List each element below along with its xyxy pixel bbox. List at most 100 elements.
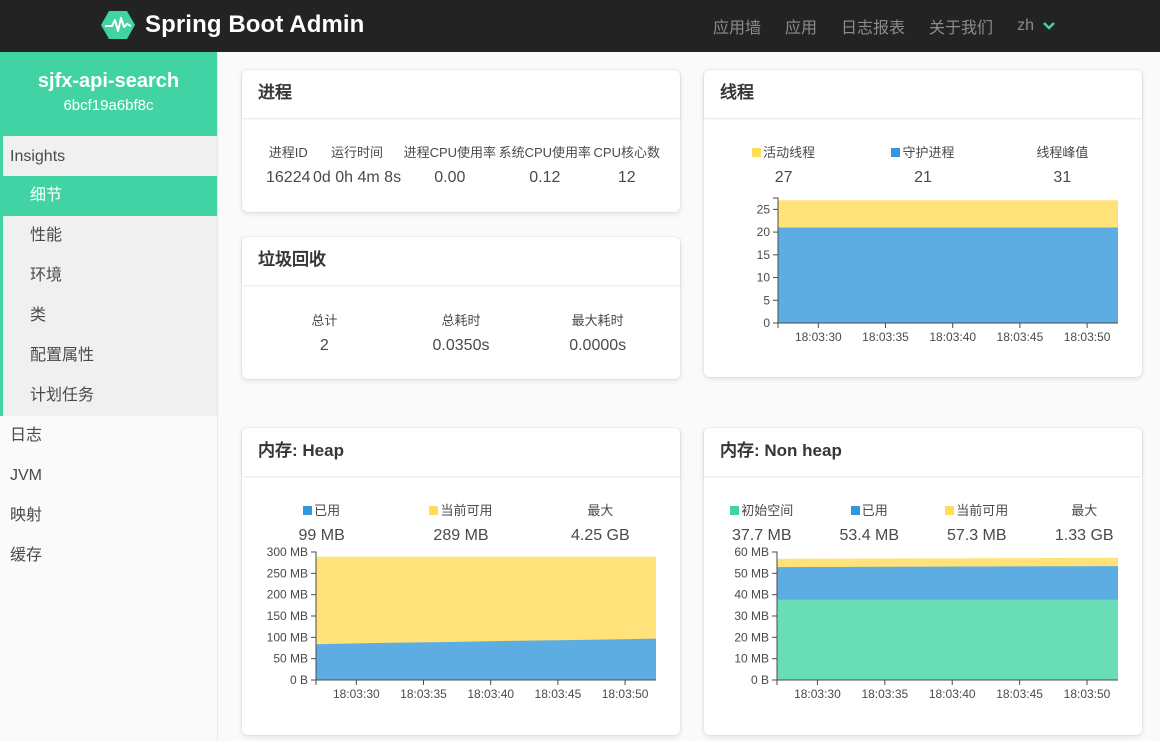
y-tick-label: 15 [757,248,771,262]
brand[interactable]: Spring Boot Admin [101,10,364,40]
legend-swatch-committed [945,506,955,515]
stat-value: 4.25 GB [570,527,630,544]
stat-label-wrap: 守护进程 [853,142,992,161]
nav-item-applications[interactable]: 应用 [785,14,817,38]
y-tick-label: 300 MB [267,545,308,559]
x-tick-label: 18:03:50 [1064,330,1111,344]
stat-live-threads: 活动线程 27 [714,142,853,187]
stat-nonheap-committed: 当前可用 57.3 MB [923,500,1031,545]
stat-uptime: 运行时间 0d 0h 4m 8s [313,142,401,187]
app-name: sjfx-api-search [37,70,180,92]
stat-value: 12 [617,169,636,186]
stat-heap-committed: 当前可用 289 MB [391,500,530,545]
legend-swatch-live [752,148,762,157]
stat-peak-threads: 线程峰值 31 [993,142,1132,187]
y-tick-label: 0 B [290,673,308,687]
stat-nonheap-used: 已用 53.4 MB [816,500,924,545]
stat-label: 运行时间 [331,145,384,160]
stat-label: 系统CPU使用率 [498,145,592,160]
y-tick-label: 30 MB [734,609,769,623]
y-tick-label: 150 MB [267,609,308,623]
stat-nonheap-max: 最大 1.33 GB [1031,500,1139,545]
stat-label: 已用 [314,503,341,518]
stat-label: 线程峰值 [1036,145,1089,160]
stat-value: 99 MB [298,527,345,544]
stat-value: 2 [319,337,329,354]
sidebar-item-scheduled-tasks[interactable]: 计划任务 [3,376,217,416]
process-card: 进程 进程ID 16224 运行时间 0d 0h 4m 8s 进程CPU使用率 0.0… [242,70,680,212]
sidebar-item-metrics[interactable]: 性能 [3,216,217,256]
stat-nonheap-init: 初始空间 37.7 MB [708,500,816,545]
sidebar-item-insights[interactable]: Insights [3,136,217,176]
language-dropdown[interactable]: zh [1017,17,1056,35]
area-已用 [316,638,656,680]
legend-swatch-init [730,506,740,515]
x-axis [777,322,1118,328]
sidebar-item-configprops[interactable]: 配置属性 [3,336,217,376]
threads-stats: 活动线程 27 守护进程 21 线程峰值 31 [714,142,1132,187]
y-axis [773,197,779,324]
y-tick-label: 250 MB [267,566,308,580]
area-守护进程 [778,227,1118,323]
area-初始空间 [777,599,1118,680]
sidebar-item-jvm[interactable]: JVM [0,456,217,496]
x-axis [315,679,656,685]
stat-value: 0.12 [529,169,561,186]
sidebar-item-caches[interactable]: 缓存 [0,536,217,576]
nonheap-card: 内存: Non heap 初始空间 37.7 MB 已用 53.4 MB 当前可用 5… [704,428,1142,735]
stat-value: 1.33 GB [1054,527,1114,544]
y-tick-label: 0 B [751,673,769,687]
stat-process-cpu: 进程CPU使用率 0.00 [404,142,496,187]
stat-label: 总计 [311,313,338,328]
y-tick-label: 200 MB [267,588,308,602]
sidebar-item-beans[interactable]: 类 [3,296,217,336]
nav-item-wallboard[interactable]: 应用墙 [713,14,761,38]
stat-label-wrap: 已用 [252,500,391,519]
y-tick-label: 5 [763,293,770,307]
heap-card: 内存: Heap 已用 99 MB 当前可用 289 MB 最大 4.25 GB 0 … [242,428,680,735]
heap-card-title: 内存: Heap [242,428,680,476]
brand-title: Spring Boot Admin [145,11,365,38]
x-tick-label: 18:03:45 [997,330,1044,344]
stat-gc-total-time: 总耗时 0.0350s [393,310,530,355]
stat-value: 21 [914,169,932,186]
sidebar-group-insights: Insights 细节 性能 环境 类 配置属性 计划任务 [0,136,217,416]
nav-item-about[interactable]: 关于我们 [929,14,993,38]
language-label: zh [1017,17,1034,34]
x-tick-label: 18:03:35 [861,687,908,701]
nonheap-chart: 0 B 10 MB 20 MB 30 MB 40 MB 50 MB 60 MB 18:03:3… [734,545,1118,701]
stat-label: 最大 [587,503,614,518]
gc-card: 垃圾回收 总计 2 总耗时 0.0350s 最大耗时 0.0000s [242,237,680,379]
stat-heap-max: 最大 4.25 GB [531,500,670,545]
stat-label-wrap: 当前可用 [391,500,530,519]
y-tick-label: 10 MB [734,652,769,666]
stat-gc-count: 总计 2 [256,310,393,355]
stat-value: 27 [774,169,793,186]
stat-daemon-threads: 守护进程 21 [853,142,992,187]
stat-value: 289 MB [433,527,489,544]
x-tick-label: 18:03:40 [467,687,514,701]
y-tick-label: 50 MB [734,566,769,580]
stat-value: 0.0000s [569,337,627,354]
nonheap-card-title: 内存: Non heap [704,428,1142,476]
chevron-down-icon [1043,22,1055,30]
x-tick-label: 18:03:40 [929,687,976,701]
stat-pid: 进程ID 16224 [266,142,311,187]
navbar: Spring Boot Admin 应用墙 应用 日志报表 关于我们 zh [0,0,1160,52]
sidebar-item-logging[interactable]: 日志 [0,416,217,456]
sidebar-item-details[interactable]: 细节 [0,176,217,216]
sidebar-item-mappings[interactable]: 映射 [0,496,217,536]
heap-chart: 0 B 50 MB 100 MB 150 MB 200 MB 250 MB 300 MB 18… [267,545,656,701]
stat-value: 57.3 MB [946,527,1007,544]
sidebar-item-environment[interactable]: 环境 [3,256,217,296]
stat-label-wrap: 当前可用 [923,500,1031,519]
x-tick-label: 18:03:45 [996,687,1043,701]
nav-item-journal[interactable]: 日志报表 [841,14,905,38]
stat-system-cpu: 系统CPU使用率 0.12 [499,142,591,187]
y-tick-label: 0 [763,316,770,330]
sidebar: sjfx-api-search 6bcf19a6bf8c Insights 细节… [0,52,218,741]
legend-swatch-committed [429,506,439,515]
y-tick-label: 40 MB [734,588,769,602]
stat-cpu-cores: CPU核心数 12 [594,142,660,187]
x-tick-label: 18:03:30 [333,687,380,701]
